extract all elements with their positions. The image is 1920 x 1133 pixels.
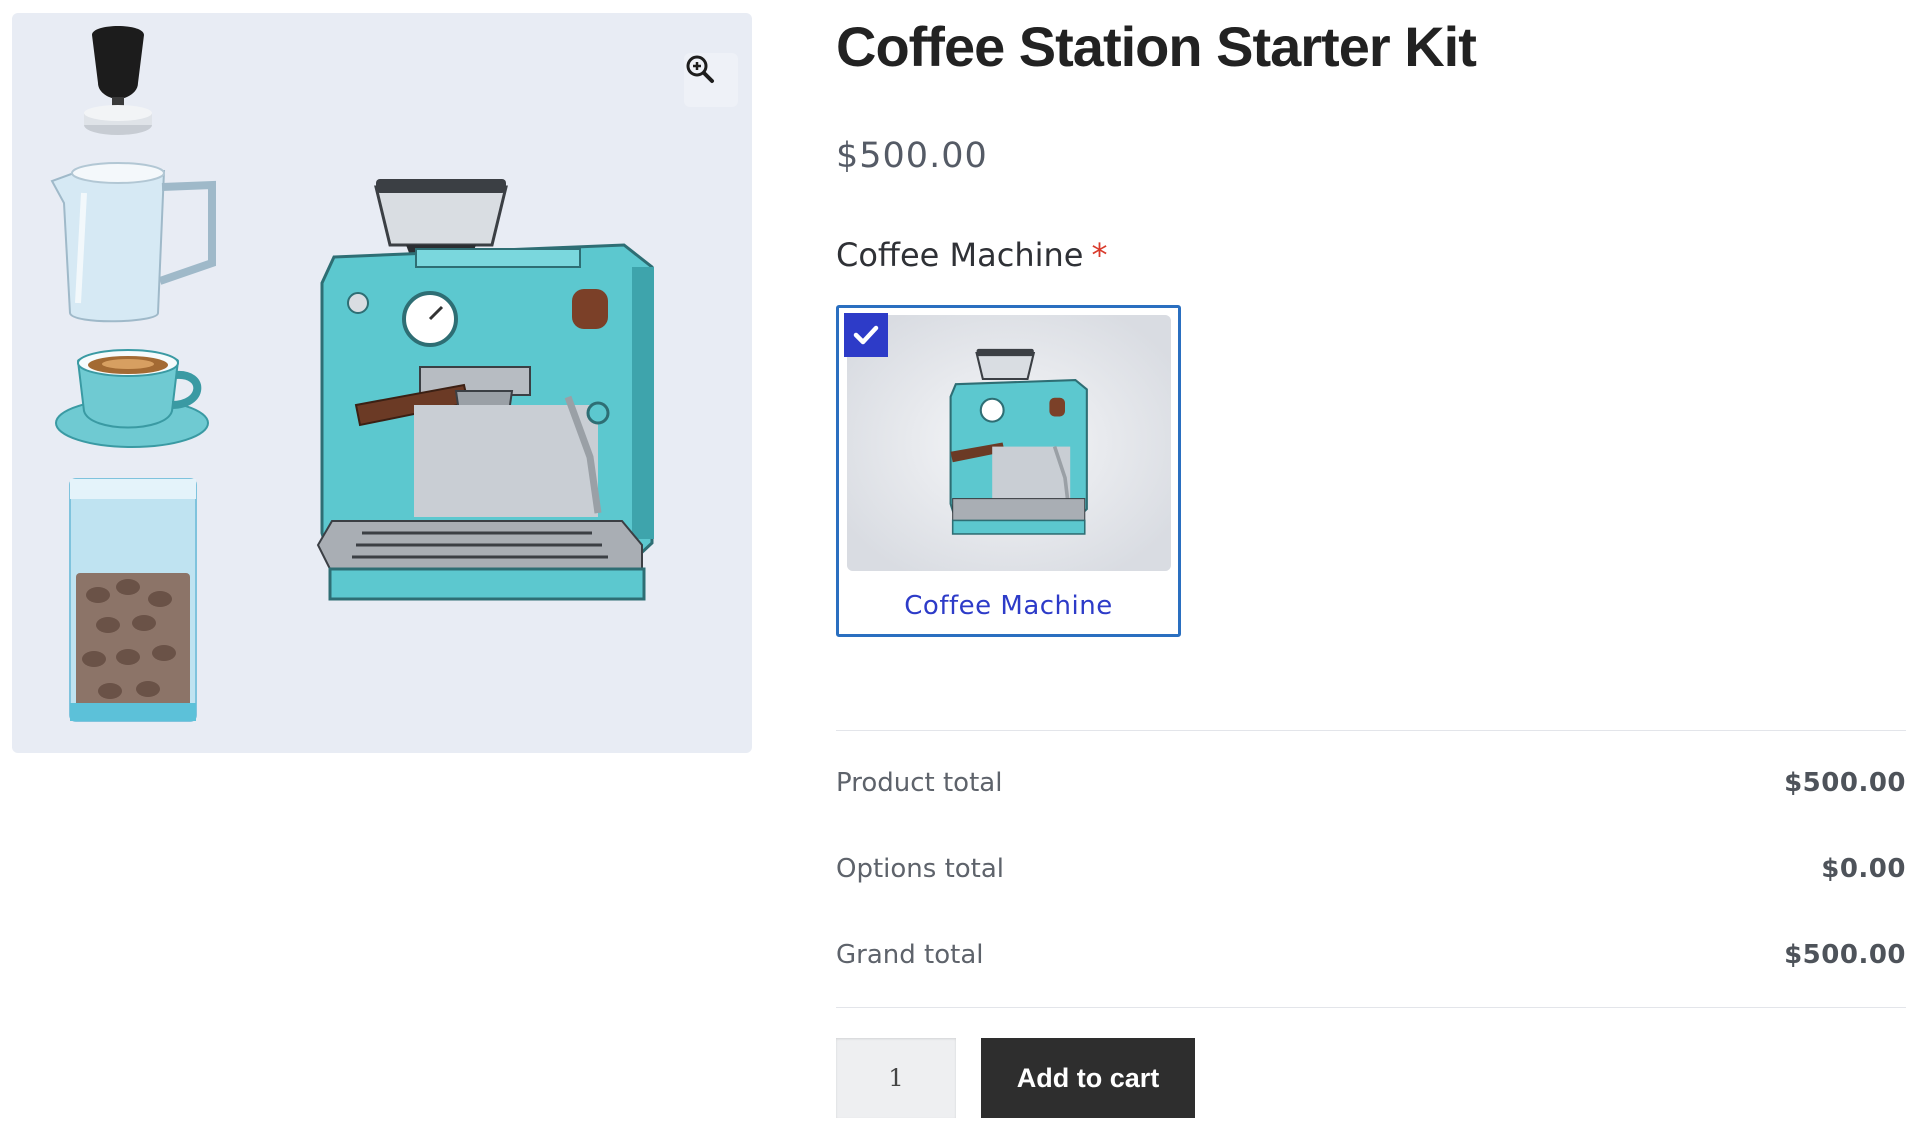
product-image (50, 26, 654, 722)
product-title: Coffee Station Starter Kit (836, 15, 1477, 78)
totals-row-product: Product total $500.00 (836, 768, 1906, 798)
espresso-machine-illustration (316, 179, 654, 601)
zoom-in-icon (686, 55, 714, 83)
quantity-input[interactable] (836, 1038, 956, 1118)
checkbox-checked[interactable] (844, 313, 888, 357)
required-indicator: * (1091, 236, 1108, 274)
checkmark-icon (853, 325, 879, 345)
totals-label: Product total (836, 768, 1003, 798)
totals-value: $0.00 (1821, 854, 1906, 884)
option-card-coffee-machine[interactable]: Coffee Machine (836, 305, 1181, 637)
totals-value: $500.00 (1784, 768, 1906, 798)
totals-bottom-divider (836, 1007, 1906, 1008)
totals-top-divider (836, 730, 1906, 731)
option-thumbnail (847, 315, 1171, 571)
totals-value: $500.00 (1784, 940, 1906, 970)
zoom-button[interactable] (684, 53, 738, 107)
product-price: $500.00 (836, 136, 988, 176)
product-gallery[interactable] (12, 13, 752, 753)
coffee-bean-bag-illustration (69, 478, 197, 722)
add-to-cart-button[interactable]: Add to cart (981, 1038, 1195, 1118)
totals-row-options: Options total $0.00 (836, 854, 1906, 884)
option-label-text: Coffee Machine (836, 236, 1084, 274)
option-field-label: Coffee Machine * (836, 236, 1107, 274)
totals-row-grand: Grand total $500.00 (836, 940, 1906, 970)
totals-label: Grand total (836, 940, 984, 970)
option-name: Coffee Machine (904, 591, 1113, 621)
tamper-illustration (84, 26, 152, 135)
product-page: Coffee Station Starter Kit $500.00 Coffe… (0, 0, 1920, 1133)
coffee-cup-illustration (55, 349, 209, 448)
totals-label: Options total (836, 854, 1005, 884)
milk-pitcher-illustration (50, 162, 216, 323)
